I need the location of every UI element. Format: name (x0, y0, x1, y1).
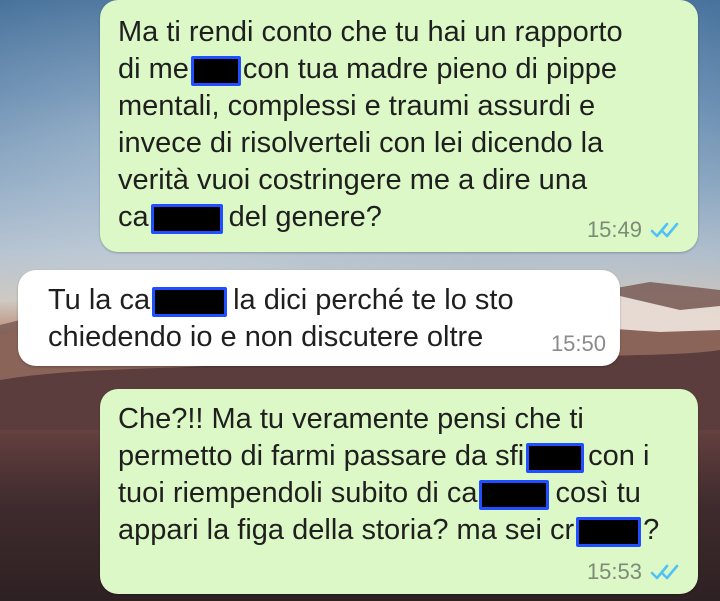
message-fragment: appari la figa della storia? ma sei cr (118, 514, 575, 546)
message-fragment: così tu (555, 477, 641, 509)
message-line: Tu la ca la dici perché te lo sto (48, 282, 606, 319)
message-line: permetto di farmi passare da sfi con i (118, 438, 684, 475)
double-check-read-icon (650, 564, 679, 580)
message-fragment: ca (118, 201, 149, 233)
message-line: verità vuoi costringere me a dire una (118, 164, 588, 196)
message-text: Ma ti rendi conto che tu hai un rapporto… (118, 14, 684, 236)
message-time: 15:50 (550, 331, 606, 356)
message-line: Ma ti rendi conto che tu hai un rapporto (118, 16, 623, 48)
incoming-message-bubble[interactable]: Tu la ca la dici perché te lo sto chieden… (18, 270, 620, 366)
message-line: chiedendo io e non discutere oltre (48, 321, 484, 353)
message-line: di me con tua madre pieno di pippe (118, 51, 684, 88)
message-line: tuoi riempendoli subito di ca così tu (118, 475, 684, 512)
message-time: 15:53 (586, 559, 642, 584)
redaction-box (150, 204, 223, 234)
message-line: Che?!! Ma tu veramente pensi che ti (118, 403, 584, 435)
message-fragment: con tua madre pieno di pippe (242, 53, 617, 85)
redaction-box (526, 443, 585, 473)
message-fragment: Tu la ca (48, 284, 151, 316)
message-fragment: tuoi riempendoli subito di ca (118, 477, 478, 509)
message-meta: 15:50 (551, 332, 606, 356)
message-text: Tu la ca la dici perché te lo sto chieden… (48, 282, 606, 356)
message-fragment: ? (643, 514, 660, 546)
outgoing-message-bubble[interactable]: Che?!! Ma tu veramente pensi che ti perm… (100, 389, 698, 594)
message-line: appari la figa della storia? ma sei cr? (118, 512, 684, 549)
message-text: Che?!! Ma tu veramente pensi che ti perm… (118, 401, 684, 549)
double-check-read-icon (650, 222, 679, 238)
redaction-box (152, 287, 228, 317)
message-fragment: permetto di farmi passare da sfi (118, 440, 525, 472)
redaction-box (190, 56, 241, 86)
redaction-box (479, 480, 550, 510)
message-fragment: con i (588, 440, 650, 472)
redaction-box (576, 517, 642, 547)
message-fragment: la dici perché te lo sto (233, 284, 514, 316)
message-line: mentali, complessi e traumi assurdi e (118, 90, 596, 122)
message-meta: 15:53 (587, 560, 680, 584)
message-fragment: di me (118, 53, 189, 85)
message-time: 15:49 (586, 217, 642, 242)
message-line: invece di risolverteli con lei dicendo l… (118, 127, 604, 159)
message-meta: 15:49 (587, 218, 680, 242)
outgoing-message-bubble[interactable]: Ma ti rendi conto che tu hai un rapporto… (100, 0, 698, 252)
message-fragment: del genere? (228, 201, 382, 233)
